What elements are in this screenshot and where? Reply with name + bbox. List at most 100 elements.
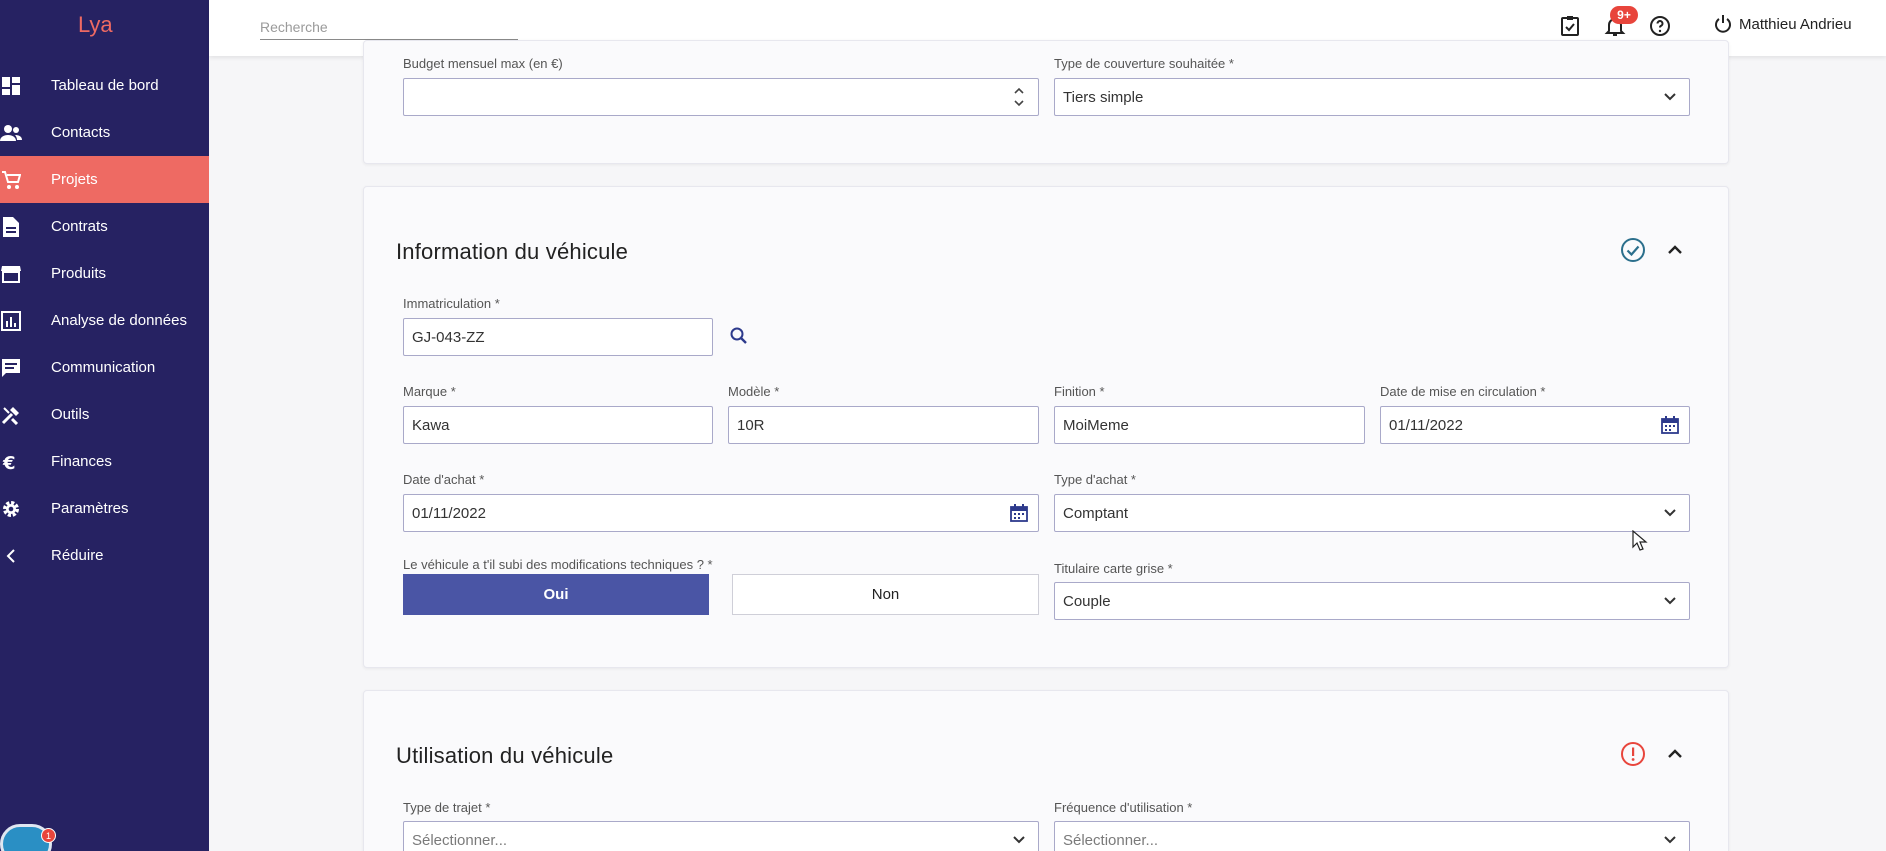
sidebar-item-projets[interactable]: Projets	[0, 156, 209, 203]
vehicle-info-card: Information du véhicule Immatriculation …	[363, 186, 1729, 668]
sidebar-item-analyse-de-donnees[interactable]: Analyse de données	[0, 297, 209, 344]
finition-input[interactable]: MoiMeme	[1054, 406, 1365, 444]
calendar-icon[interactable]	[1661, 416, 1679, 434]
non-toggle-button[interactable]: Non	[732, 574, 1039, 615]
modele-value: 10R	[737, 416, 765, 434]
finition-label: Finition *	[1054, 384, 1105, 399]
svg-text:Lya: Lya	[78, 12, 113, 37]
sidebar-item-contrats[interactable]: Contrats	[0, 203, 209, 250]
marque-input[interactable]: Kawa	[403, 406, 713, 444]
svg-text:€: €	[2, 453, 16, 472]
chevron-down-icon	[1661, 831, 1679, 849]
immat-value: GJ-043-ZZ	[412, 328, 485, 346]
circulation-label: Date de mise en circulation *	[1380, 384, 1546, 399]
mouse-cursor-icon	[1632, 530, 1648, 551]
achat-date-input[interactable]: 01/11/2022	[403, 494, 1039, 532]
euro-icon: €	[0, 451, 22, 473]
marque-label: Marque *	[403, 384, 456, 399]
circulation-value: 01/11/2022	[1389, 416, 1463, 434]
people-icon	[0, 122, 22, 144]
dashboard-icon	[0, 75, 22, 97]
check-circle-icon	[1621, 238, 1645, 262]
achat-date-label: Date d'achat *	[403, 472, 485, 487]
achat-date-value: 01/11/2022	[412, 504, 486, 522]
power-icon	[1715, 15, 1731, 33]
chart-icon	[0, 310, 22, 332]
vehicle-info-title: Information du véhicule	[396, 239, 629, 264]
search-icon[interactable]	[729, 326, 749, 346]
sidebar-item-parametres[interactable]: Paramètres	[0, 485, 209, 532]
sidebar-item-contacts[interactable]: Contacts	[0, 109, 209, 156]
calendar-icon[interactable]	[1010, 504, 1028, 522]
chevron-down-icon	[1661, 504, 1679, 522]
chevron-down-icon	[1661, 88, 1679, 106]
message-icon	[0, 357, 22, 379]
user-name: Matthieu Andrieu	[1739, 15, 1852, 33]
immat-label: Immatriculation *	[403, 296, 500, 311]
chat-badge: 1	[41, 828, 56, 843]
sidebar-item-label: Finances	[51, 453, 112, 470]
sidebar: Lya Tableau de bord Contacts Projets Con…	[0, 0, 209, 851]
store-icon	[0, 263, 22, 285]
coverage-select[interactable]: Tiers simple	[1054, 78, 1690, 116]
search-input[interactable]	[260, 14, 518, 40]
cart-icon	[0, 169, 22, 191]
oui-toggle-button[interactable]: Oui	[403, 574, 709, 615]
sidebar-item-produits[interactable]: Produits	[0, 250, 209, 297]
sidebar-reduce-button[interactable]: Réduire	[0, 532, 209, 579]
task-check-icon[interactable]	[1558, 14, 1582, 38]
sidebar-reduce-label: Réduire	[51, 547, 104, 564]
number-stepper-icon[interactable]	[1010, 87, 1028, 107]
achat-type-label: Type d'achat *	[1054, 472, 1136, 487]
coverage-label: Type de couverture souhaitée *	[1054, 56, 1234, 71]
document-icon	[0, 216, 22, 238]
sidebar-item-label: Contrats	[51, 218, 108, 235]
modele-label: Modèle *	[728, 384, 780, 399]
modele-input[interactable]: 10R	[728, 406, 1039, 444]
sidebar-item-label: Outils	[51, 406, 90, 423]
collapse-chevron-up-icon[interactable]	[1662, 741, 1688, 767]
modif-label: Le véhicule a t'il subi des modification…	[403, 557, 713, 572]
coverage-value: Tiers simple	[1063, 88, 1144, 106]
help-icon[interactable]	[1648, 14, 1672, 38]
finition-value: MoiMeme	[1063, 416, 1129, 434]
notification-badge: 9+	[1610, 6, 1638, 24]
chevron-left-icon	[0, 545, 22, 567]
vehicle-usage-title: Utilisation du véhicule	[396, 743, 614, 768]
trajet-label: Type de trajet *	[403, 800, 491, 815]
sidebar-item-outils[interactable]: Outils	[0, 391, 209, 438]
sidebar-item-label: Produits	[51, 265, 107, 282]
frequence-placeholder: Sélectionner...	[1063, 831, 1159, 849]
trajet-select[interactable]: Sélectionner...	[403, 821, 1039, 851]
chevron-down-icon	[1010, 831, 1028, 849]
lya-logo[interactable]: Lya	[78, 8, 120, 40]
collapse-chevron-up-icon[interactable]	[1662, 237, 1688, 263]
chevron-down-icon	[1661, 592, 1679, 610]
sidebar-item-communication[interactable]: Communication	[0, 344, 209, 391]
titulaire-label: Titulaire carte grise *	[1054, 561, 1173, 576]
vehicle-usage-card: Utilisation du véhicule Type de trajet *…	[363, 690, 1729, 851]
trajet-placeholder: Sélectionner...	[412, 831, 508, 849]
immatriculation-input[interactable]: GJ-043-ZZ	[403, 318, 713, 356]
budget-input[interactable]	[403, 78, 1039, 116]
achat-type-select[interactable]: Comptant	[1054, 494, 1690, 532]
marque-value: Kawa	[412, 416, 450, 434]
sidebar-item-label: Tableau de bord	[51, 77, 159, 94]
sidebar-nav: Tableau de bord Contacts Projets Contrat…	[0, 62, 209, 579]
achat-type-value: Comptant	[1063, 504, 1129, 522]
circulation-date-input[interactable]: 01/11/2022	[1380, 406, 1690, 444]
frequence-label: Fréquence d'utilisation *	[1054, 800, 1193, 815]
titulaire-value: Couple	[1063, 592, 1111, 610]
titulaire-select[interactable]: Couple	[1054, 582, 1690, 620]
budget-card: Budget mensuel max (en €) Type de couver…	[363, 40, 1729, 164]
sidebar-item-label: Projets	[51, 171, 98, 188]
budget-label: Budget mensuel max (en €)	[403, 56, 563, 71]
tools-icon	[0, 404, 22, 426]
warning-circle-icon	[1621, 742, 1645, 766]
sidebar-item-label: Analyse de données	[51, 312, 187, 329]
sidebar-item-finances[interactable]: € Finances	[0, 438, 209, 485]
sidebar-item-tableau-de-bord[interactable]: Tableau de bord	[0, 62, 209, 109]
sidebar-item-label: Paramètres	[51, 500, 129, 517]
frequence-select[interactable]: Sélectionner...	[1054, 821, 1690, 851]
user-menu[interactable]: Matthieu Andrieu	[1713, 14, 1852, 34]
